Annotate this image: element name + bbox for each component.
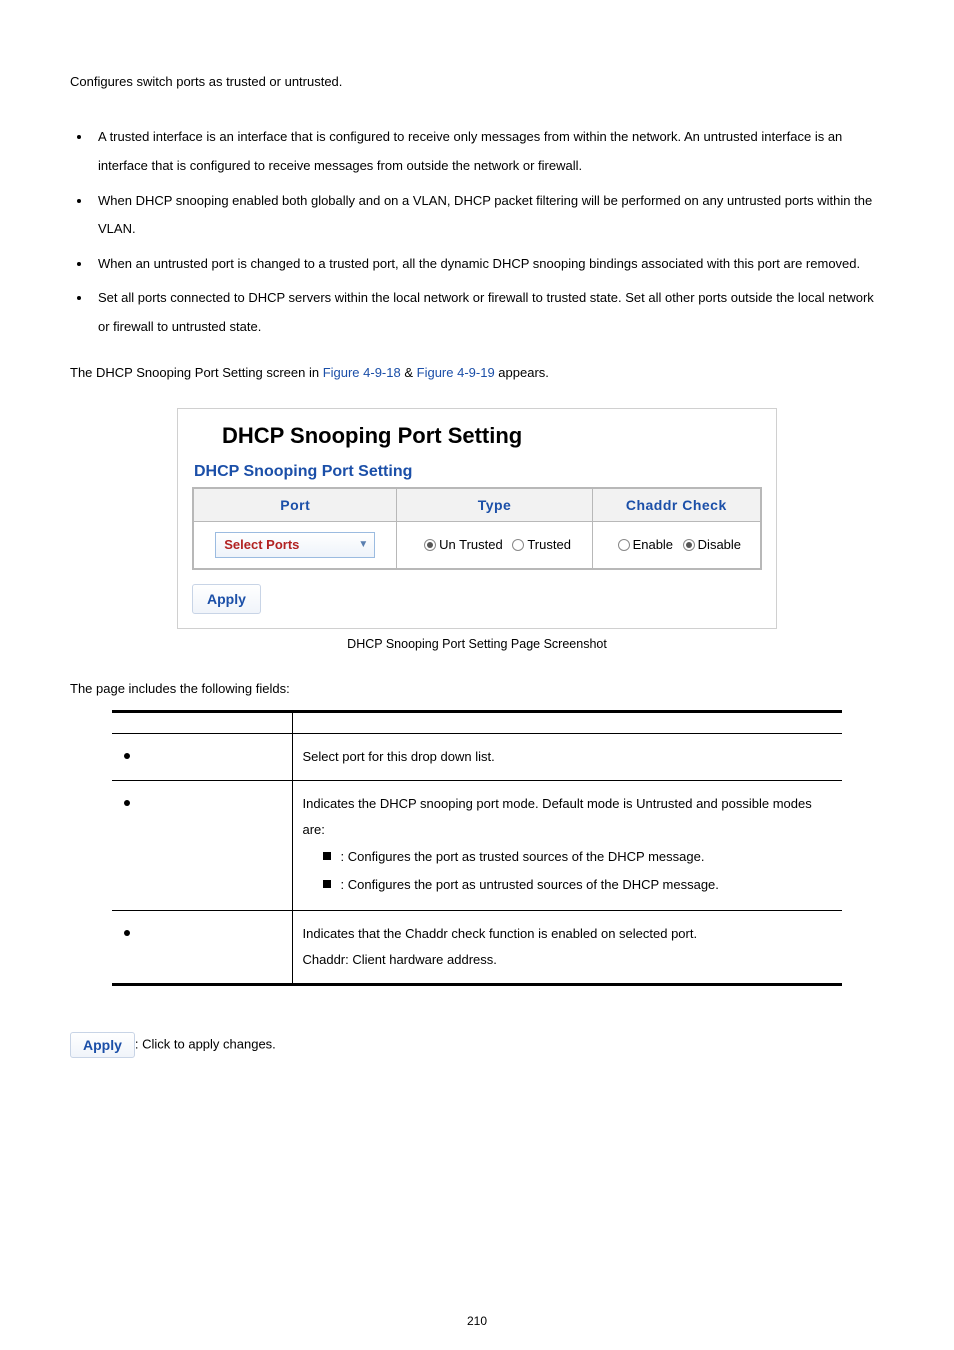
radio-trusted[interactable] xyxy=(512,539,524,551)
list-item: : Configures the port as trusted sources… xyxy=(323,843,833,872)
select-ports-dropdown[interactable]: Select Ports ▼ xyxy=(215,532,375,558)
list-item: A trusted interface is an interface that… xyxy=(92,123,884,180)
screenshot-frame: DHCP Snooping Port Setting DHCP Snooping… xyxy=(177,408,777,629)
list-item: : Configures the port as untrusted sourc… xyxy=(323,871,833,900)
radio-disable[interactable] xyxy=(683,539,695,551)
sub-text: : Configures the port as trusted sources… xyxy=(341,849,705,864)
th-type: Type xyxy=(397,488,592,522)
intro-amp: & xyxy=(401,365,417,380)
radio-untrusted[interactable] xyxy=(424,539,436,551)
list-item: When DHCP snooping enabled both globally… xyxy=(92,187,884,244)
command-usage-list: A trusted interface is an interface that… xyxy=(70,123,884,341)
type-desc-line: Indicates the DHCP snooping port mode. D… xyxy=(303,796,812,837)
radio-enable-label: Enable xyxy=(633,537,673,552)
fields-th-object xyxy=(112,711,292,733)
fields-intro: The page includes the following fields: xyxy=(70,681,884,696)
th-chaddr: Chaddr Check xyxy=(592,488,761,522)
field-object xyxy=(112,780,292,910)
radio-trusted-label: Trusted xyxy=(527,537,571,552)
buttons-section: Apply: Click to apply changes. xyxy=(70,1032,884,1058)
field-object xyxy=(112,910,292,984)
apply-desc: : Click to apply changes. xyxy=(135,1036,276,1051)
apply-button[interactable]: Apply xyxy=(192,584,261,614)
sub-text: : Configures the port as untrusted sourc… xyxy=(341,877,719,892)
select-ports-label: Select Ports xyxy=(224,537,299,552)
fields-th-description xyxy=(292,711,842,733)
screenshot-caption: DHCP Snooping Port Setting Page Screensh… xyxy=(70,637,884,651)
figure-link-2[interactable]: Figure 4-9-19 xyxy=(417,365,495,380)
chaddr-line1: Indicates that the Chaddr check function… xyxy=(303,926,698,941)
intro-suffix: appears. xyxy=(495,365,549,380)
field-description: Indicates the DHCP snooping port mode. D… xyxy=(292,780,842,910)
figure-link-1[interactable]: Figure 4-9-18 xyxy=(323,365,401,380)
lead-paragraph: Configures switch ports as trusted or un… xyxy=(70,70,884,93)
table-row: Indicates that the Chaddr check function… xyxy=(112,910,842,984)
radio-untrusted-label: Un Trusted xyxy=(439,537,503,552)
th-port: Port xyxy=(193,488,397,522)
list-item: When an untrusted port is changed to a t… xyxy=(92,250,884,279)
field-description: Indicates that the Chaddr check function… xyxy=(292,910,842,984)
screenshot-title: DHCP Snooping Port Setting xyxy=(222,423,762,449)
radio-disable-label: Disable xyxy=(698,537,741,552)
panel-heading: DHCP Snooping Port Setting xyxy=(192,459,762,487)
field-description: Select port for this drop down list. xyxy=(292,733,842,780)
type-cell: Un Trusted Trusted xyxy=(397,521,592,569)
apply-button-sample[interactable]: Apply xyxy=(70,1032,135,1058)
field-object xyxy=(112,733,292,780)
radio-enable[interactable] xyxy=(618,539,630,551)
list-item: Set all ports connected to DHCP servers … xyxy=(92,284,884,341)
intro-prefix: The DHCP Snooping Port Setting screen in xyxy=(70,365,323,380)
chaddr-cell: Enable Disable xyxy=(592,521,761,569)
chaddr-line2: Chaddr: Client hardware address. xyxy=(303,952,497,967)
table-row: Select port for this drop down list. xyxy=(112,733,842,780)
chevron-down-icon: ▼ xyxy=(358,539,368,550)
table-row: Indicates the DHCP snooping port mode. D… xyxy=(112,780,842,910)
page-number: 210 xyxy=(0,1314,954,1328)
screenshot-intro: The DHCP Snooping Port Setting screen in… xyxy=(70,360,884,386)
settings-table: Port Type Chaddr Check Select Ports ▼ Un… xyxy=(192,487,762,570)
fields-table: Select port for this drop down list. Ind… xyxy=(112,710,842,986)
